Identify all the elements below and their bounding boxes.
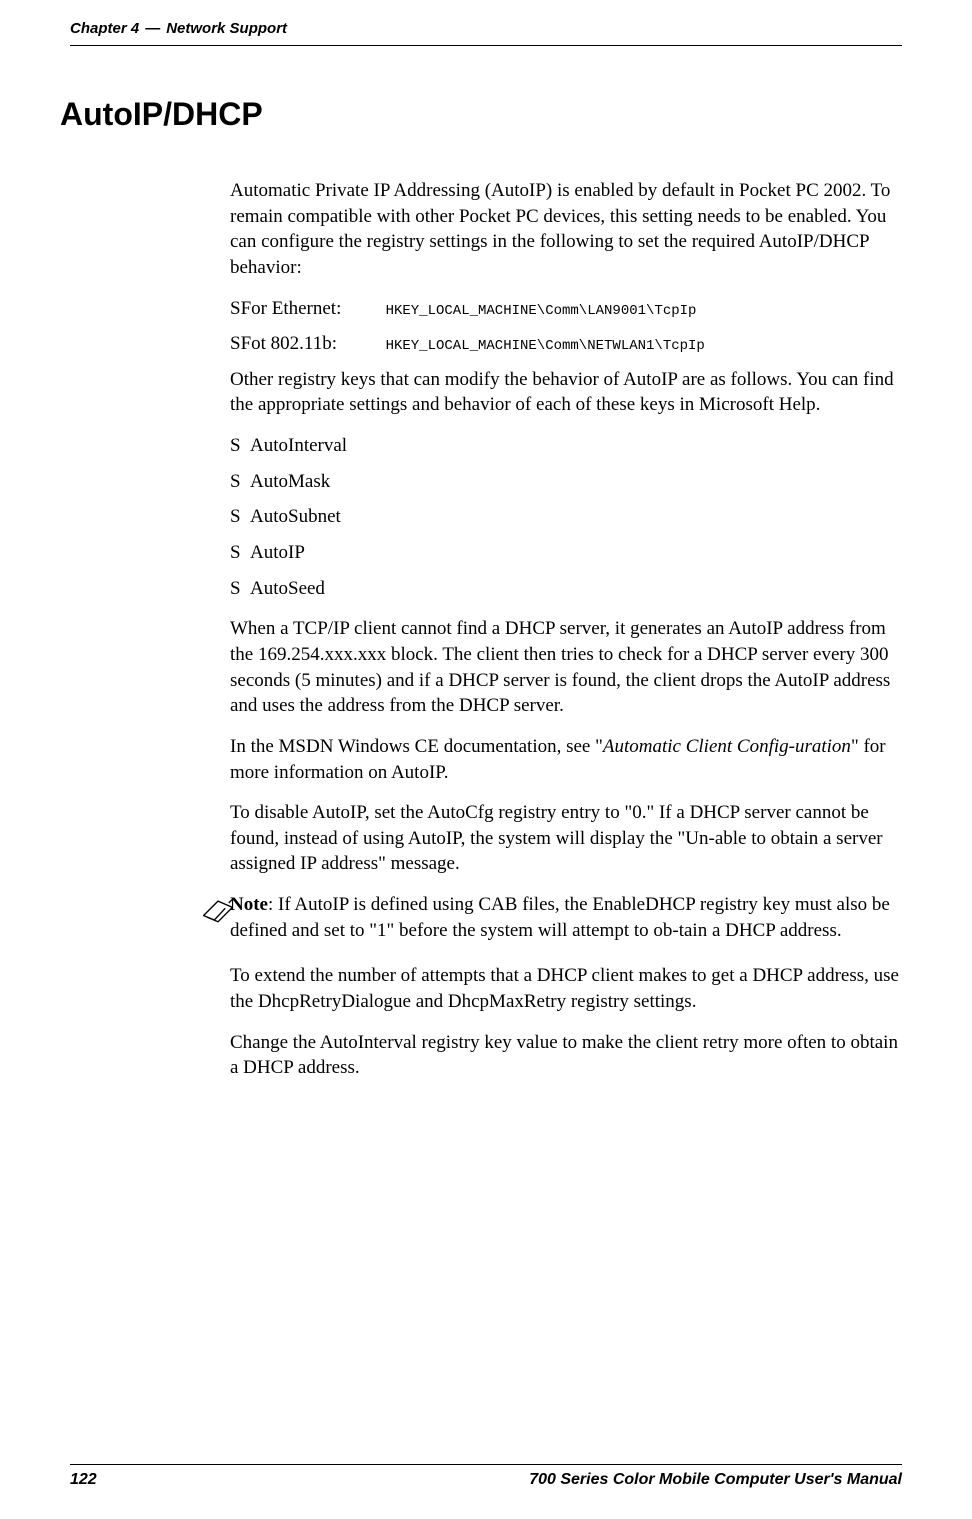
list-item-label: AutoSeed [250,576,325,602]
note-block: Note: If AutoIP is defined using CAB fil… [200,892,902,943]
list-item: S AutoSeed [230,576,902,602]
list-item: S AutoInterval [230,433,902,459]
note-body: : If AutoIP is defined using CAB files, … [230,894,890,941]
bullet-icon: S [230,331,241,357]
list-item: S AutoIP [230,540,902,566]
bullet-icon: S [230,433,250,459]
registry-label-wifi: Fot 802.11b: [241,331,386,357]
bullet-icon: S [230,504,250,530]
list-item-label: AutoMask [250,469,330,495]
manual-title: 700 Series Color Mobile Computer User's … [529,1471,902,1489]
registry-label-ethernet: For Ethernet: [241,296,386,322]
header-dash: — [145,20,160,37]
paragraph-autointerval: Change the AutoInterval registry key val… [230,1030,902,1081]
note-label: Note [230,894,268,915]
paragraph-extend: To extend the number of attempts that a … [230,963,902,1014]
list-item-label: AutoInterval [250,433,347,459]
registry-key-wifi: HKEY_LOCAL_MACHINE\Comm\NETWLAN1\TcpIp [386,337,705,356]
paragraph-intro: Automatic Private IP Addressing (AutoIP)… [230,178,902,281]
registry-key-ethernet: HKEY_LOCAL_MACHINE\Comm\LAN9001\TcpIp [386,302,697,321]
bullet-icon: S [230,469,250,495]
paragraph-msdn-italic: Automatic Client Config-uration [603,736,851,757]
list-item: S AutoMask [230,469,902,495]
section-heading: AutoIP/DHCP [60,96,902,133]
paragraph-other-keys: Other registry keys that can modify the … [230,367,902,418]
paragraph-tcpip: When a TCP/IP client cannot find a DHCP … [230,616,902,719]
list-item-label: AutoSubnet [250,504,341,530]
header-rule [70,45,902,46]
list-item: S AutoSubnet [230,504,902,530]
header-section-title: Network Support [166,20,287,37]
note-text: Note: If AutoIP is defined using CAB fil… [230,892,902,943]
list-item-label: AutoIP [250,540,305,566]
bullet-icon: S [230,576,250,602]
bullet-icon: S [230,540,250,566]
page-header: Chapter 4 — Network Support [70,20,902,37]
paragraph-msdn: In the MSDN Windows CE documentation, se… [230,734,902,785]
page-footer: 122 700 Series Color Mobile Computer Use… [70,1464,902,1489]
registry-row-wifi: S Fot 802.11b: HKEY_LOCAL_MACHINE\Comm\N… [230,331,902,357]
footer-rule [70,1464,902,1465]
paragraph-disable: To disable AutoIP, set the AutoCfg regis… [230,800,902,877]
registry-row-ethernet: S For Ethernet: HKEY_LOCAL_MACHINE\Comm\… [230,296,902,322]
paragraph-msdn-prefix: In the MSDN Windows CE documentation, se… [230,736,603,757]
registry-keys-list: S AutoInterval S AutoMask S AutoSubnet S… [230,433,902,601]
page-number: 122 [70,1471,97,1489]
bullet-icon: S [230,296,241,322]
header-chapter: Chapter 4 [70,20,139,37]
